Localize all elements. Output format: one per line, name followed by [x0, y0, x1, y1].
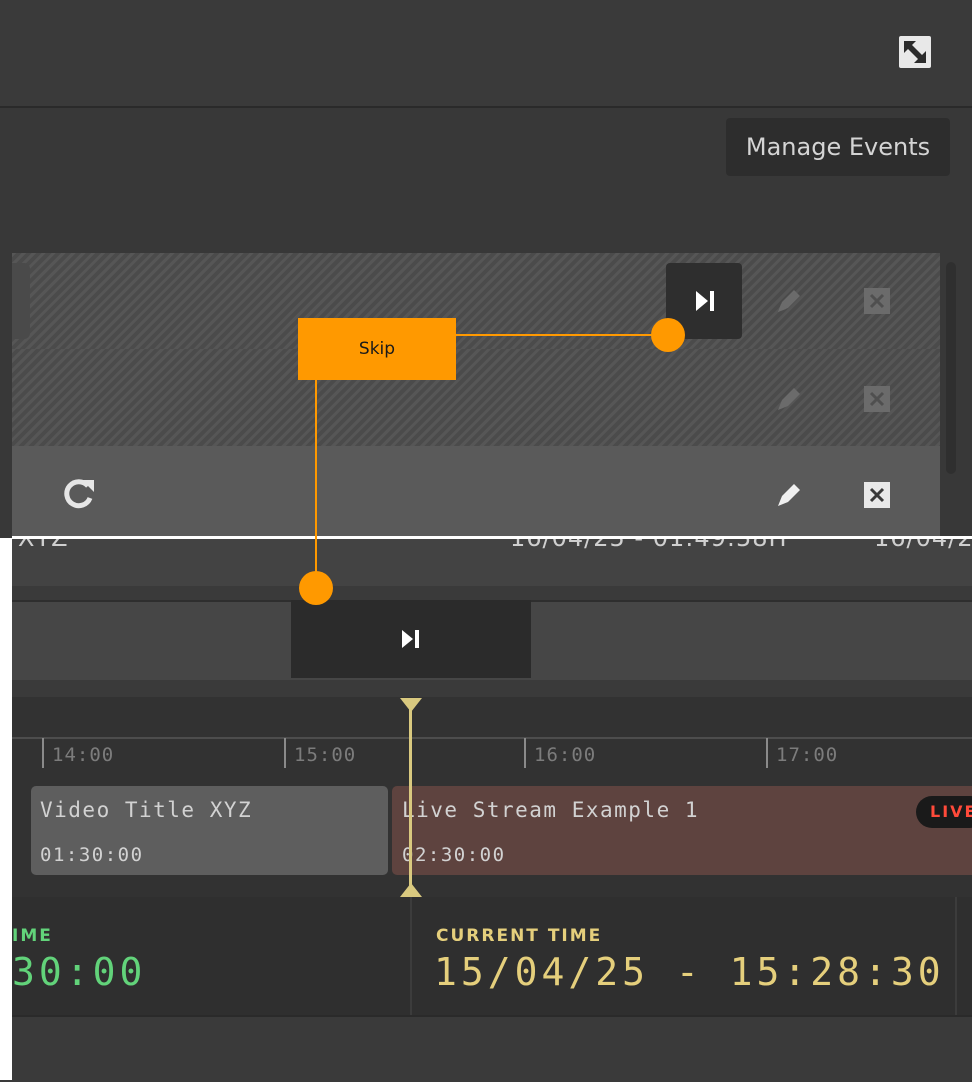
tooltip-connector — [299, 318, 685, 605]
skip-tooltip: Skip — [298, 318, 456, 380]
